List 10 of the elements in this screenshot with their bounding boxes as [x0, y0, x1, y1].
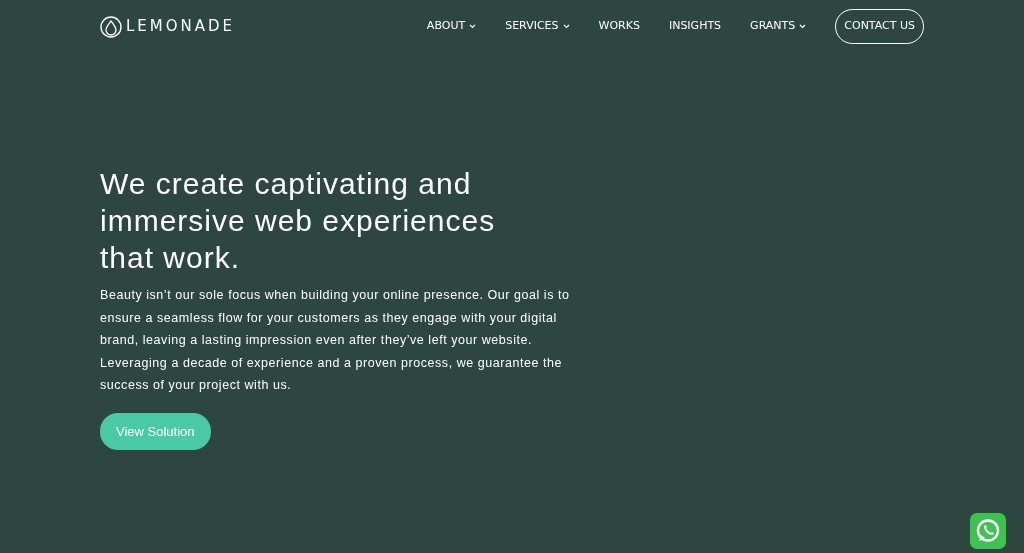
nav-link[interactable]: ABOUT: [426, 18, 477, 35]
nav-link[interactable]: INSIGHTS: [668, 18, 722, 35]
logo-icon: [100, 15, 122, 38]
nav-link[interactable]: WORKS: [598, 18, 640, 35]
hero-heading: We create captivating and immersive web experiences that work.: [100, 166, 497, 276]
logo-text[interactable]: LEMONADE: [126, 15, 236, 38]
hero-description: Beauty isn’t our sole focus when building your online presence. Our goal is to ensure a seamless flow for your customers as they engage with your digital brand, leaving a lasting impression even after they’ve left your website. Leveraging a decade of experience and a proven process, we guarantee the success of your project with us.: [100, 287, 571, 394]
nav-link[interactable]: SERVICES: [505, 18, 570, 35]
chat-icon[interactable]: [970, 513, 1006, 549]
nav-link[interactable]: GRANTS: [750, 18, 807, 35]
